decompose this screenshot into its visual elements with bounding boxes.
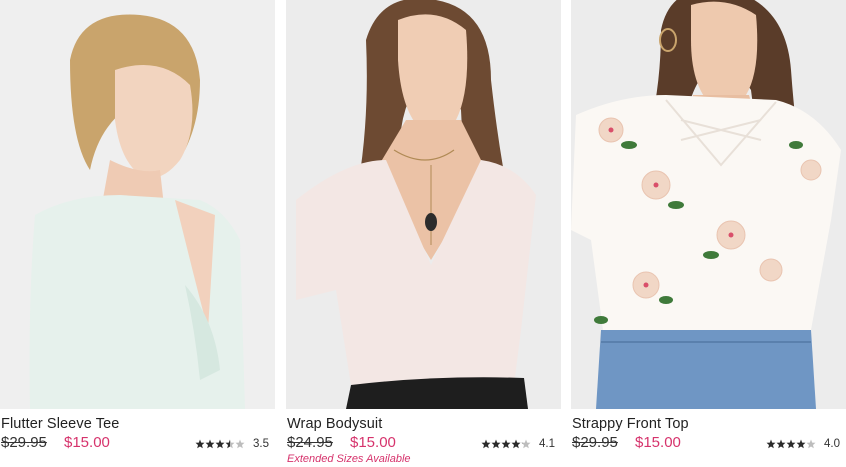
product-card-flutter-sleeve-tee[interactable]: Flutter Sleeve Tee $29.95 $15.00 3.5 (0, 0, 275, 467)
sale-price: $15.00 (350, 434, 396, 451)
star-icon (481, 439, 491, 449)
price-row: $29.95 $15.00 3.5 (1, 434, 273, 452)
product-name[interactable]: Wrap Bodysuit (287, 416, 382, 432)
star-icon (215, 439, 225, 449)
product-photo-model (571, 0, 846, 409)
star-icon (235, 439, 245, 449)
product-photo-model (286, 0, 561, 409)
product-card-strappy-front-top[interactable]: Strappy Front Top $29.95 $15.00 4.0 (571, 0, 846, 467)
price-row: $29.95 $15.00 4.0 (572, 434, 844, 452)
rating-stars (195, 439, 245, 449)
star-icon (501, 439, 511, 449)
product-photo-model (0, 0, 275, 409)
star-icon (195, 439, 205, 449)
star-icon (205, 439, 215, 449)
product-image[interactable] (571, 0, 846, 409)
product-info: Flutter Sleeve Tee $29.95 $15.00 3.5 (1, 414, 273, 466)
product-name[interactable]: Flutter Sleeve Tee (1, 416, 119, 432)
rating-value: 4.1 (539, 438, 555, 450)
product-grid: Flutter Sleeve Tee $29.95 $15.00 3.5 Wra… (0, 0, 846, 467)
rating: 4.0 (766, 437, 840, 451)
product-image[interactable] (0, 0, 275, 409)
original-price: $29.95 (1, 434, 47, 451)
product-info: Wrap Bodysuit $24.95 $15.00 4.1 Extended… (287, 414, 559, 466)
product-info: Strappy Front Top $29.95 $15.00 4.0 (572, 414, 844, 466)
rating: 4.1 (481, 437, 555, 451)
star-icon (225, 439, 235, 449)
product-image[interactable] (286, 0, 561, 409)
product-name[interactable]: Strappy Front Top (572, 416, 689, 432)
sale-price: $15.00 (635, 434, 681, 451)
sale-price: $15.00 (64, 434, 110, 451)
rating-value: 4.0 (824, 438, 840, 450)
rating-value: 3.5 (253, 438, 269, 450)
star-icon (491, 439, 501, 449)
star-icon (511, 439, 521, 449)
star-icon (796, 439, 806, 449)
star-icon (776, 439, 786, 449)
rating: 3.5 (195, 437, 269, 451)
star-icon (786, 439, 796, 449)
product-card-wrap-bodysuit[interactable]: Wrap Bodysuit $24.95 $15.00 4.1 Extended… (286, 0, 561, 467)
rating-stars (481, 439, 531, 449)
rating-stars (766, 439, 816, 449)
original-price: $24.95 (287, 434, 333, 451)
star-icon (766, 439, 776, 449)
star-icon (521, 439, 531, 449)
original-price: $29.95 (572, 434, 618, 451)
price-row: $24.95 $15.00 4.1 (287, 434, 559, 452)
star-icon (806, 439, 816, 449)
extended-sizes-label[interactable]: Extended Sizes Available (287, 453, 411, 465)
